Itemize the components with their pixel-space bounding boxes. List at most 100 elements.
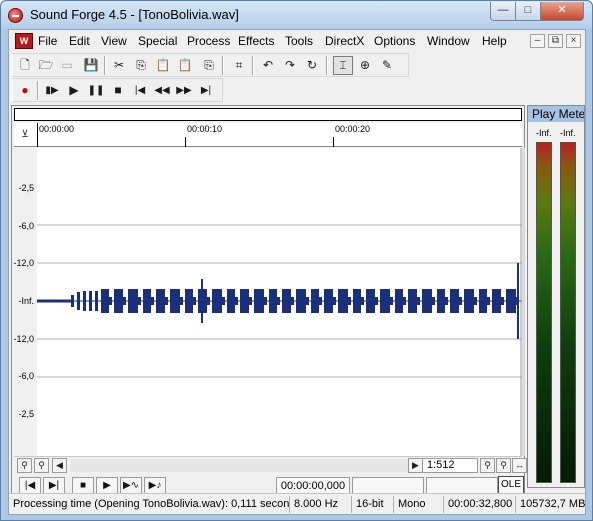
waveform-segment	[311, 289, 319, 313]
go-to-start-icon[interactable]: |◀	[130, 81, 150, 100]
stop-icon[interactable]: ■	[108, 81, 128, 100]
waveform-segment	[151, 297, 154, 305]
mix-icon[interactable]: ⎘	[199, 56, 219, 75]
waveform-segment	[212, 289, 222, 313]
play-icon[interactable]: ▶	[64, 81, 84, 100]
menu-directx[interactable]: DirectX	[325, 34, 364, 48]
waveform-segment	[193, 297, 196, 305]
document-system-menu-icon[interactable]: W	[15, 33, 33, 49]
fast-forward-icon[interactable]: ▶▶	[174, 81, 194, 100]
zoom-out-level-icon[interactable]: ⚲	[34, 458, 49, 473]
waveform-segment	[361, 297, 364, 305]
waveform-segment	[109, 297, 112, 305]
menu-tools[interactable]: Tools	[285, 34, 313, 48]
menu-file[interactable]: File	[38, 34, 57, 48]
title-bar[interactable]: Sound Forge 4.5 - [TonoBolivia.wav] — □ …	[1, 1, 592, 29]
waveform-segment	[83, 291, 86, 311]
waveform-segment	[37, 299, 71, 303]
waveform-segment	[492, 289, 501, 313]
app-window: Sound Forge 4.5 - [TonoBolivia.wav] — □ …	[0, 0, 593, 521]
waveform-segment	[101, 289, 109, 313]
ole-button[interactable]: OLE	[498, 476, 524, 494]
level-label: -6,0	[18, 221, 34, 231]
menu-view[interactable]: View	[101, 34, 127, 48]
sound-forge-app-icon[interactable]	[8, 8, 23, 23]
close-button[interactable]: ✕	[540, 2, 584, 21]
menu-effects[interactable]: Effects	[238, 34, 274, 48]
zoom-fit-icon[interactable]: ↔	[512, 458, 527, 473]
repeat-icon[interactable]: ↻	[302, 56, 322, 75]
zoom-in-time-icon[interactable]: ⚲	[480, 458, 495, 473]
open-icon[interactable]: 🗁	[36, 56, 56, 75]
menu-special[interactable]: Special	[138, 34, 177, 48]
waveform-segment	[71, 295, 74, 307]
waveform-segment	[277, 297, 280, 305]
go-to-end-icon[interactable]: ▶|	[196, 81, 216, 100]
document-restore-button[interactable]: ⧉	[548, 34, 563, 48]
status-free-space: 105732,7 MB	[515, 496, 585, 513]
zoom-out-time-icon[interactable]: ⚲	[496, 458, 511, 473]
copy-icon[interactable]: ⎘	[131, 56, 151, 75]
save-icon[interactable]: 💾	[81, 56, 101, 75]
waveform-segment	[333, 297, 336, 305]
edit-tool-icon[interactable]: ⌶	[333, 56, 353, 75]
zoom-in-level-icon[interactable]: ⚲	[17, 458, 32, 473]
new-icon[interactable]: 🗋	[15, 56, 35, 75]
waveform-segment	[128, 289, 138, 313]
vertical-scrollbar[interactable]	[522, 148, 525, 456]
waveform-graphic	[37, 148, 522, 456]
waveform-segment	[474, 297, 477, 305]
crop-icon[interactable]: ⌗	[229, 56, 249, 75]
play-meter-title[interactable]: Play Meter	[528, 106, 584, 122]
paste-icon[interactable]: 📋	[153, 56, 173, 75]
status-bar: Processing time (Opening TonoBolivia.wav…	[9, 493, 585, 514]
horizontal-scrollbar[interactable]	[70, 459, 410, 472]
toolbar-separator	[104, 56, 106, 75]
waveform-display[interactable]	[37, 148, 522, 456]
waveform-segment	[501, 297, 504, 305]
cut-icon[interactable]: ✂	[109, 56, 129, 75]
maximize-button[interactable]: □	[515, 2, 541, 21]
waveform-segment	[380, 289, 390, 313]
waveform-segment	[291, 297, 294, 305]
menu-process[interactable]: Process	[187, 34, 230, 48]
ruler-marker-icon[interactable]: ⊻	[18, 128, 32, 142]
magnify-tool-icon[interactable]: ⊕	[355, 56, 375, 75]
waveform-segment	[506, 289, 516, 313]
record-icon[interactable]: ●	[15, 81, 35, 100]
waveform-segment	[375, 297, 378, 305]
waveform-segment	[185, 289, 193, 313]
save-disabled-icon[interactable]: ▭	[57, 56, 77, 75]
zoom-ratio-field[interactable]: 1:512	[422, 458, 478, 473]
waveform-segment	[417, 297, 420, 305]
minimize-button[interactable]: —	[490, 2, 516, 21]
undo-icon[interactable]: ↶	[258, 56, 278, 75]
right-channel-meter	[560, 142, 576, 483]
waveform-segment	[366, 289, 375, 313]
play-all-icon[interactable]: ▮▶	[42, 81, 62, 100]
toolbar-separator	[326, 56, 328, 75]
menu-options[interactable]: Options	[374, 34, 415, 48]
document-minimize-button[interactable]: –	[530, 34, 545, 48]
client-area: W File Edit View Special Process Effects…	[8, 29, 586, 515]
scroll-right-icon[interactable]: ▶	[408, 458, 423, 473]
menu-edit[interactable]: Edit	[69, 34, 90, 48]
waveform-segment	[77, 292, 80, 310]
document-close-button[interactable]: ×	[566, 34, 581, 48]
paste-special-icon[interactable]: 📋	[175, 56, 195, 75]
waveform-segment	[222, 297, 225, 305]
rewind-icon[interactable]: ◀◀	[152, 81, 172, 100]
menu-window[interactable]: Window	[427, 34, 470, 48]
scroll-left-icon[interactable]: ◀	[52, 458, 67, 473]
waveform-segment	[240, 289, 249, 313]
menu-help[interactable]: Help	[482, 34, 507, 48]
ruler-tick	[37, 123, 38, 147]
overview-bar[interactable]	[14, 108, 522, 121]
zoom-scroll-row: ⚲ ⚲ ◀ ▶ 1:512 ⚲ ⚲ ↔	[14, 456, 527, 473]
level-label: -12,0	[13, 258, 34, 268]
pencil-tool-icon[interactable]: ✎	[377, 56, 397, 75]
pause-icon[interactable]: ❚❚	[86, 81, 106, 100]
redo-icon[interactable]: ↷	[280, 56, 300, 75]
waveform-segment	[89, 291, 92, 311]
time-ruler[interactable]: ⊻ 00:00:00 00:00:10 00:00:20	[14, 123, 522, 147]
